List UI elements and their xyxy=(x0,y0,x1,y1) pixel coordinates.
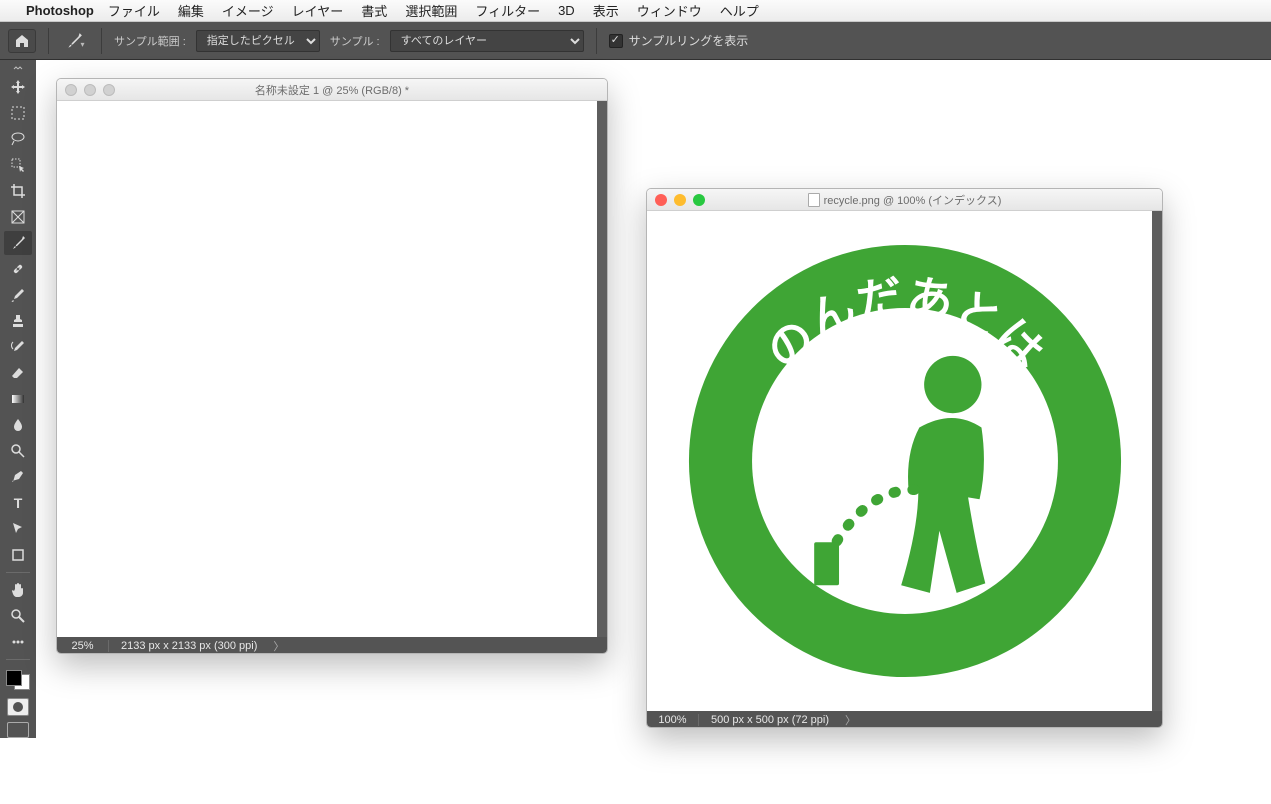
healing-tool[interactable] xyxy=(4,257,32,281)
separator xyxy=(596,28,597,54)
options-bar: ▾ サンプル範囲 : 指定したピクセル サンプル : すべてのレイヤー サンプル… xyxy=(0,22,1271,60)
menu-edit[interactable]: 編集 xyxy=(178,1,204,20)
app-name[interactable]: Photoshop xyxy=(26,3,94,18)
traffic-lights[interactable] xyxy=(65,84,115,96)
sample-label: サンプル : xyxy=(330,33,380,49)
menu-type[interactable]: 書式 xyxy=(361,1,387,20)
dimensions[interactable]: 500 px x 500 px (72 ppi) xyxy=(699,714,841,726)
workspace: T 名称未設定 1 @ 25% (RGB/8) * 25% 2133 px x … xyxy=(0,60,1271,804)
canvas[interactable] xyxy=(57,101,607,637)
document-window-2[interactable]: recycle.png @ 100% (インデックス) のんだあとは リサイクル xyxy=(646,188,1163,728)
canvas[interactable]: のんだあとは リサイクル xyxy=(647,211,1162,711)
document-title: 名称未設定 1 @ 25% (RGB/8) * xyxy=(255,82,409,98)
menu-view[interactable]: 表示 xyxy=(593,1,619,20)
marquee-tool[interactable] xyxy=(4,101,32,125)
screenmode-button[interactable] xyxy=(7,722,29,738)
status-bar: 25% 2133 px x 2133 px (300 ppi) 〉 xyxy=(57,637,607,654)
foreground-color[interactable] xyxy=(6,670,22,686)
eyedropper-tool-icon[interactable]: ▾ xyxy=(61,29,89,53)
frame-tool[interactable] xyxy=(4,205,32,229)
document-title: recycle.png @ 100% (インデックス) xyxy=(824,192,1002,208)
sample-select[interactable]: すべてのレイヤー xyxy=(390,30,584,52)
brush-tool[interactable] xyxy=(4,283,32,307)
menu-file[interactable]: ファイル xyxy=(108,1,160,20)
menu-image[interactable]: イメージ xyxy=(222,1,274,20)
gradient-tool[interactable] xyxy=(4,387,32,411)
status-bar: 100% 500 px x 500 px (72 ppi) 〉 xyxy=(647,711,1162,728)
edit-toolbar[interactable] xyxy=(4,630,32,654)
minimize-icon[interactable] xyxy=(84,84,96,96)
lasso-tool[interactable] xyxy=(4,127,32,151)
show-ring-label: サンプルリングを表示 xyxy=(629,32,749,49)
traffic-lights[interactable] xyxy=(655,194,705,206)
quick-select-tool[interactable] xyxy=(4,153,32,177)
move-tool[interactable] xyxy=(4,75,32,99)
close-icon[interactable] xyxy=(65,84,77,96)
menu-window[interactable]: ウィンドウ xyxy=(637,1,702,20)
document-window-1[interactable]: 名称未設定 1 @ 25% (RGB/8) * 25% 2133 px x 21… xyxy=(56,78,608,654)
close-icon[interactable] xyxy=(655,194,667,206)
zoom-icon[interactable] xyxy=(693,194,705,206)
tools-panel: T xyxy=(0,60,36,738)
path-select-tool[interactable] xyxy=(4,517,32,541)
sample-range-select[interactable]: 指定したピクセル xyxy=(196,30,320,52)
separator xyxy=(101,28,102,54)
blur-tool[interactable] xyxy=(4,413,32,437)
menu-layer[interactable]: レイヤー xyxy=(292,1,344,20)
separator xyxy=(48,28,49,54)
minimize-icon[interactable] xyxy=(674,194,686,206)
zoom-tool[interactable] xyxy=(4,604,32,628)
chevron-right-icon[interactable]: 〉 xyxy=(845,712,856,728)
document-icon xyxy=(808,193,820,207)
zoom-value[interactable]: 100% xyxy=(647,714,699,726)
tools-divider xyxy=(6,572,30,573)
eraser-tool[interactable] xyxy=(4,361,32,385)
menu-filter[interactable]: フィルター xyxy=(475,1,540,20)
type-tool[interactable]: T xyxy=(4,491,32,515)
tools-divider xyxy=(6,659,30,660)
menu-help[interactable]: ヘルプ xyxy=(720,1,759,20)
dodge-tool[interactable] xyxy=(4,439,32,463)
show-sampling-ring-checkbox[interactable]: サンプルリングを表示 xyxy=(609,32,749,49)
sample-range-label: サンプル範囲 : xyxy=(114,33,186,49)
show-ring-input[interactable] xyxy=(609,34,623,48)
quickmask-button[interactable] xyxy=(7,698,29,716)
expand-icon[interactable] xyxy=(0,64,36,74)
shape-tool[interactable] xyxy=(4,543,32,567)
menu-select[interactable]: 選択範囲 xyxy=(405,1,457,20)
scrollbar[interactable] xyxy=(597,101,607,637)
color-swatch[interactable] xyxy=(4,668,32,692)
zoom-icon[interactable] xyxy=(103,84,115,96)
pen-tool[interactable] xyxy=(4,465,32,489)
svg-text:T: T xyxy=(14,495,23,511)
titlebar[interactable]: recycle.png @ 100% (インデックス) xyxy=(647,189,1162,211)
history-brush-tool[interactable] xyxy=(4,335,32,359)
menu-3d[interactable]: 3D xyxy=(558,3,575,18)
recycle-sign-graphic: のんだあとは リサイクル xyxy=(666,222,1144,700)
scrollbar[interactable] xyxy=(1152,211,1162,711)
hand-tool[interactable] xyxy=(4,578,32,602)
mac-menubar: Photoshop ファイル 編集 イメージ レイヤー 書式 選択範囲 フィルタ… xyxy=(0,0,1271,22)
stamp-tool[interactable] xyxy=(4,309,32,333)
crop-tool[interactable] xyxy=(4,179,32,203)
dimensions[interactable]: 2133 px x 2133 px (300 ppi) xyxy=(109,640,269,652)
eyedropper-tool[interactable] xyxy=(4,231,32,255)
titlebar[interactable]: 名称未設定 1 @ 25% (RGB/8) * xyxy=(57,79,607,101)
home-button[interactable] xyxy=(8,29,36,53)
chevron-right-icon[interactable]: 〉 xyxy=(273,638,284,654)
zoom-value[interactable]: 25% xyxy=(57,640,109,652)
